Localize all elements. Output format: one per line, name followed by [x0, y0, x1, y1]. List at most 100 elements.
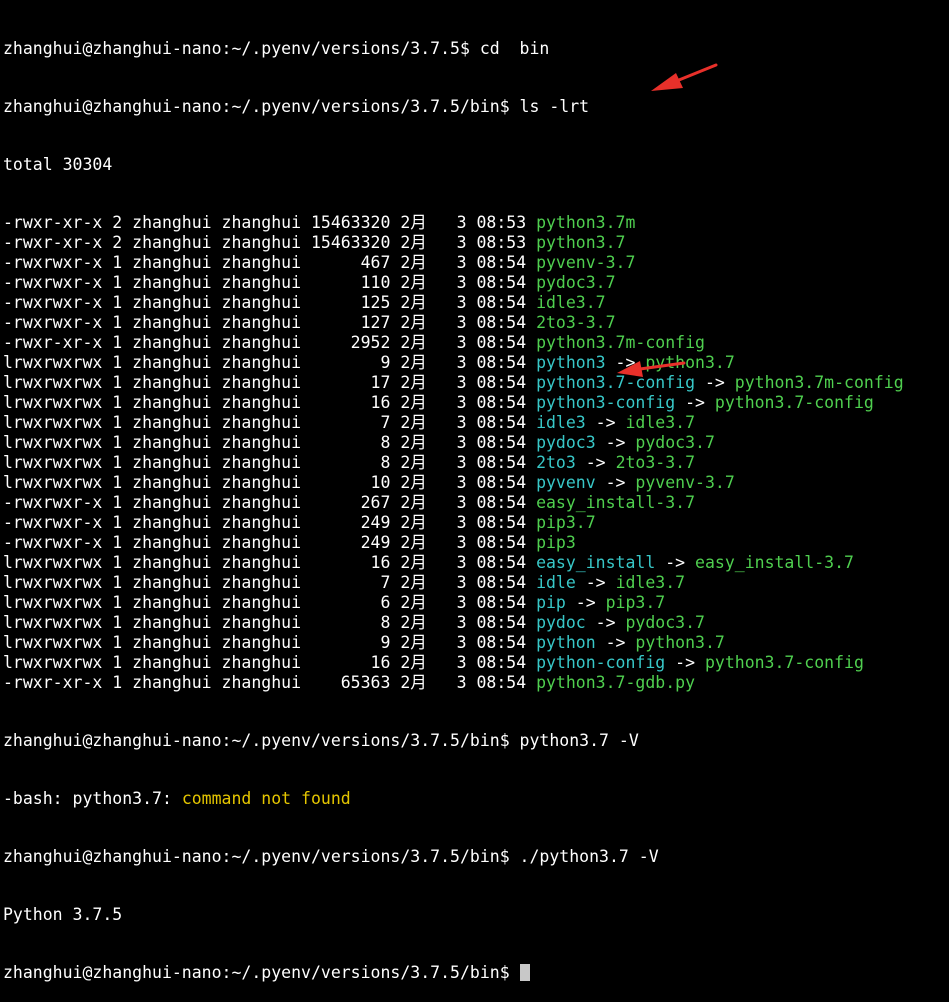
symlink-arrow: ->: [595, 473, 636, 492]
file-name: python3.7m-config: [536, 333, 705, 352]
listing-row: lrwxrwxrwx 1 zhanghui zhanghui 8 2月 3 08…: [3, 433, 949, 453]
listing-row: lrwxrwxrwx 1 zhanghui zhanghui 8 2月 3 08…: [3, 613, 949, 633]
file-metadata: lrwxrwxrwx 1 zhanghui zhanghui 8 2月 3 08…: [3, 433, 537, 452]
listing-row: -rwxrwxr-x 1 zhanghui zhanghui 125 2月 3 …: [3, 293, 949, 313]
symlink-target: idle3.7: [615, 573, 686, 592]
listing-row: lrwxrwxrwx 1 zhanghui zhanghui 10 2月 3 0…: [3, 473, 949, 493]
file-metadata: lrwxrwxrwx 1 zhanghui zhanghui 7 2月 3 08…: [3, 413, 537, 432]
file-metadata: -rwxrwxr-x 1 zhanghui zhanghui 467 2月 3 …: [3, 253, 537, 272]
listing-row: lrwxrwxrwx 1 zhanghui zhanghui 7 2月 3 08…: [3, 413, 949, 433]
command-line-cd: zhanghui@zhanghui-nano:~/.pyenv/versions…: [3, 39, 550, 58]
file-metadata: -rwxrwxr-x 1 zhanghui zhanghui 127 2月 3 …: [3, 313, 537, 332]
file-metadata: -rwxr-xr-x 1 zhanghui zhanghui 65363 2月 …: [3, 673, 537, 692]
file-name: pip: [536, 593, 566, 612]
symlink-arrow: ->: [605, 353, 646, 372]
file-name: python: [536, 633, 596, 652]
file-metadata: -rwxrwxr-x 1 zhanghui zhanghui 267 2月 3 …: [3, 493, 537, 512]
terminal-window[interactable]: zhanghui@zhanghui-nano:~/.pyenv/versions…: [3, 0, 949, 982]
file-name: pydoc: [536, 613, 586, 632]
listing-total: total 30304: [3, 155, 113, 174]
file-metadata: lrwxrwxrwx 1 zhanghui zhanghui 9 2月 3 08…: [3, 353, 537, 372]
file-metadata: -rwxr-xr-x 2 zhanghui zhanghui 15463320 …: [3, 233, 537, 252]
symlink-target: python3.7-config: [714, 393, 874, 412]
file-name: idle3.7: [536, 293, 606, 312]
file-metadata: lrwxrwxrwx 1 zhanghui zhanghui 16 2月 3 0…: [3, 393, 537, 412]
file-listing: -rwxr-xr-x 2 zhanghui zhanghui 15463320 …: [3, 213, 949, 693]
symlink-target: idle3.7: [625, 413, 696, 432]
active-prompt-line[interactable]: zhanghui@zhanghui-nano:~/.pyenv/versions…: [3, 963, 949, 983]
file-metadata: -rwxrwxr-x 1 zhanghui zhanghui 249 2月 3 …: [3, 513, 537, 532]
command-line-local: zhanghui@zhanghui-nano:~/.pyenv/versions…: [3, 847, 659, 866]
file-name: pyvenv: [536, 473, 596, 492]
file-name: python3.7m: [536, 213, 636, 232]
symlink-arrow: ->: [595, 433, 636, 452]
file-name: easy_install-3.7: [536, 493, 696, 512]
file-metadata: lrwxrwxrwx 1 zhanghui zhanghui 9 2月 3 08…: [3, 633, 537, 652]
listing-row: -rwxr-xr-x 2 zhanghui zhanghui 15463320 …: [3, 233, 949, 253]
listing-row: -rwxrwxr-x 1 zhanghui zhanghui 467 2月 3 …: [3, 253, 949, 273]
listing-row: -rwxrwxr-x 1 zhanghui zhanghui 110 2月 3 …: [3, 273, 949, 293]
listing-row: lrwxrwxrwx 1 zhanghui zhanghui 9 2月 3 08…: [3, 633, 949, 653]
symlink-target: python3.7: [645, 353, 735, 372]
listing-row: -rwxrwxr-x 1 zhanghui zhanghui 267 2月 3 …: [3, 493, 949, 513]
file-name: pip3.7: [536, 513, 596, 532]
symlink-target: 2to3-3.7: [615, 453, 696, 472]
symlink-arrow: ->: [575, 453, 616, 472]
text-cursor: [519, 964, 530, 981]
symlink-arrow: ->: [675, 393, 715, 412]
file-name: 2to3: [536, 453, 576, 472]
file-metadata: -rwxr-xr-x 1 zhanghui zhanghui 2952 2月 3…: [3, 333, 537, 352]
symlink-target: python3.7-config: [704, 653, 864, 672]
file-metadata: lrwxrwxrwx 1 zhanghui zhanghui 8 2月 3 08…: [3, 613, 537, 632]
symlink-arrow: ->: [695, 373, 735, 392]
listing-row: -rwxrwxr-x 1 zhanghui zhanghui 249 2月 3 …: [3, 533, 949, 553]
file-name: pydoc3.7: [536, 273, 616, 292]
file-metadata: lrwxrwxrwx 1 zhanghui zhanghui 17 2月 3 0…: [3, 373, 537, 392]
symlink-target: pip3.7: [605, 593, 666, 612]
symlink-target: pydoc3.7: [625, 613, 705, 632]
file-name: idle3: [536, 413, 586, 432]
listing-row: -rwxrwxr-x 1 zhanghui zhanghui 127 2月 3 …: [3, 313, 949, 333]
symlink-target: easy_install-3.7: [695, 553, 854, 572]
file-name: python-config: [536, 653, 666, 672]
symlink-arrow: ->: [665, 653, 705, 672]
symlink-arrow: ->: [585, 413, 626, 432]
symlink-arrow: ->: [565, 593, 606, 612]
file-name: 2to3-3.7: [536, 313, 616, 332]
file-metadata: lrwxrwxrwx 1 zhanghui zhanghui 16 2月 3 0…: [3, 653, 537, 672]
error-message: command not found: [181, 789, 351, 808]
listing-row: lrwxrwxrwx 1 zhanghui zhanghui 16 2月 3 0…: [3, 393, 949, 413]
symlink-arrow: ->: [595, 633, 636, 652]
version-output: Python 3.7.5: [3, 905, 123, 924]
listing-row: -rwxr-xr-x 2 zhanghui zhanghui 15463320 …: [3, 213, 949, 233]
file-metadata: lrwxrwxrwx 1 zhanghui zhanghui 16 2月 3 0…: [3, 553, 537, 572]
file-metadata: -rwxrwxr-x 1 zhanghui zhanghui 125 2月 3 …: [3, 293, 537, 312]
symlink-target: pyvenv-3.7: [635, 473, 735, 492]
file-name: python3-config: [536, 393, 676, 412]
error-line: -bash: python3.7: command not found: [3, 789, 949, 809]
file-metadata: -rwxrwxr-x 1 zhanghui zhanghui 110 2月 3 …: [3, 273, 537, 292]
symlink-arrow: ->: [585, 613, 626, 632]
error-prefix: -bash: python3.7:: [3, 789, 182, 808]
file-metadata: lrwxrwxrwx 1 zhanghui zhanghui 10 2月 3 0…: [3, 473, 537, 492]
active-prompt: zhanghui@zhanghui-nano:~/.pyenv/versions…: [3, 963, 520, 982]
listing-row: -rwxrwxr-x 1 zhanghui zhanghui 249 2月 3 …: [3, 513, 949, 533]
listing-row: lrwxrwxrwx 1 zhanghui zhanghui 16 2月 3 0…: [3, 553, 949, 573]
listing-row: -rwxr-xr-x 1 zhanghui zhanghui 65363 2月 …: [3, 673, 949, 693]
file-name: python3.7: [536, 233, 626, 252]
listing-row: lrwxrwxrwx 1 zhanghui zhanghui 16 2月 3 0…: [3, 653, 949, 673]
command-line-version: zhanghui@zhanghui-nano:~/.pyenv/versions…: [3, 731, 639, 750]
symlink-target: python3.7m-config: [734, 373, 904, 392]
file-name: pip3: [536, 533, 576, 552]
symlink-arrow: ->: [655, 553, 696, 572]
file-name: easy_install: [536, 553, 656, 572]
file-name: pydoc3: [536, 433, 596, 452]
listing-row: lrwxrwxrwx 1 zhanghui zhanghui 8 2月 3 08…: [3, 453, 949, 473]
file-name: python3: [536, 353, 606, 372]
listing-row: lrwxrwxrwx 1 zhanghui zhanghui 17 2月 3 0…: [3, 373, 949, 393]
symlink-target: pydoc3.7: [635, 433, 715, 452]
symlink-arrow: ->: [575, 573, 616, 592]
listing-row: lrwxrwxrwx 1 zhanghui zhanghui 7 2月 3 08…: [3, 573, 949, 593]
file-metadata: -rwxrwxr-x 1 zhanghui zhanghui 249 2月 3 …: [3, 533, 537, 552]
listing-row: -rwxr-xr-x 1 zhanghui zhanghui 2952 2月 3…: [3, 333, 949, 353]
